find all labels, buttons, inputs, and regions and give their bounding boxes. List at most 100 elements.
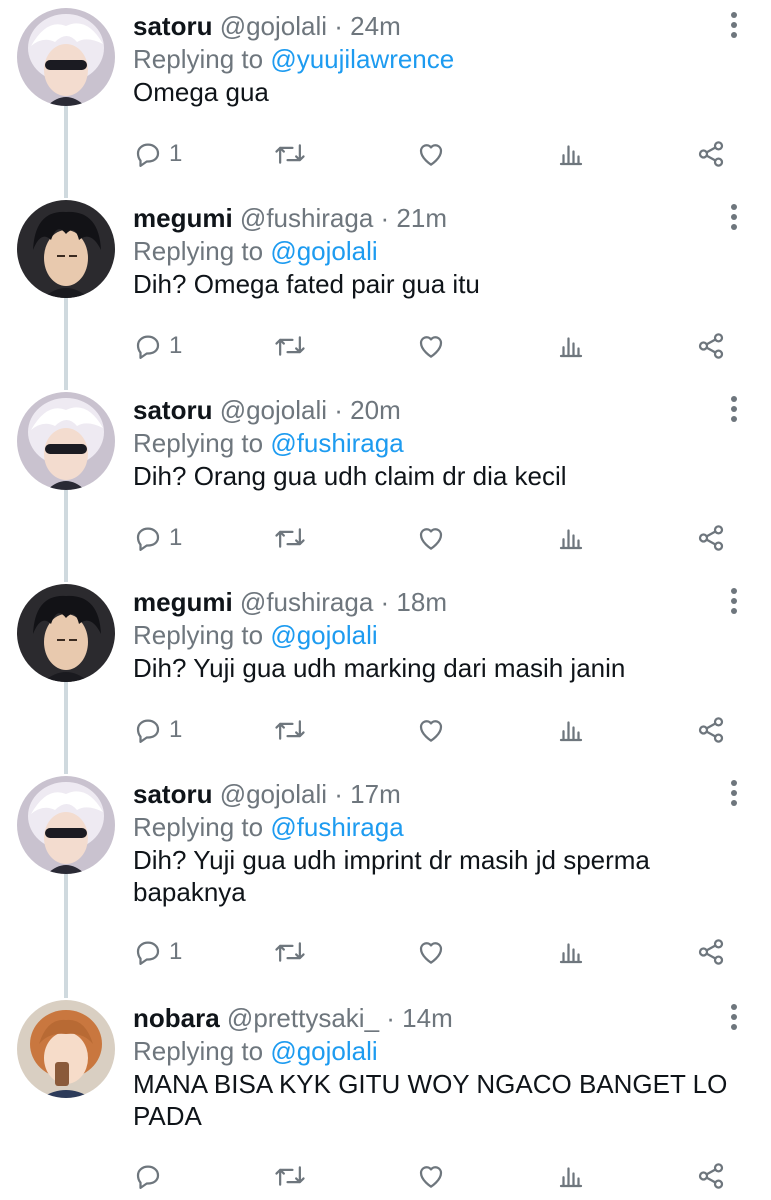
reply-icon (136, 719, 160, 743)
tweet-actions: 1 (133, 712, 733, 748)
reply-count: 1 (169, 938, 183, 965)
timestamp[interactable]: · 18m (381, 587, 447, 617)
share-button[interactable] (696, 934, 726, 970)
share-button[interactable] (696, 712, 726, 748)
replying-to: Replying to @fushiraga (133, 427, 404, 459)
tweet[interactable]: satoru @gojolali · 20m Replying to @fush… (0, 384, 771, 582)
more-icon[interactable] (724, 12, 744, 42)
reply-button[interactable]: 1 (133, 934, 182, 970)
avatar[interactable] (17, 392, 115, 490)
tweet-text: Dih? Yuji gua udh marking dari masih jan… (133, 653, 626, 683)
avatar[interactable] (17, 1000, 115, 1098)
reply-button[interactable]: 1 (133, 328, 182, 364)
replying-to-label: Replying to (133, 428, 271, 458)
like-button[interactable] (416, 328, 446, 364)
user-handle[interactable]: @prettysaki_ (227, 1003, 379, 1033)
views-button[interactable] (556, 328, 586, 364)
views-button[interactable] (556, 520, 586, 556)
tweet[interactable]: satoru @gojolali · 17m Replying to @fush… (0, 768, 771, 998)
views-button[interactable] (556, 934, 586, 970)
display-name[interactable]: nobara (133, 1003, 220, 1033)
like-button[interactable] (416, 712, 446, 748)
display-name[interactable]: megumi (133, 587, 233, 617)
user-handle[interactable]: @gojolali (220, 11, 327, 41)
reply-count: 1 (169, 140, 183, 167)
reply-thread: satoru @gojolali · 24m Replying to @yuuj… (0, 0, 771, 1200)
reply-icon (136, 941, 160, 965)
tweet-header: nobara @prettysaki_ · 14m (133, 1002, 453, 1034)
timestamp[interactable]: · 17m (334, 779, 400, 809)
tweet[interactable]: nobara @prettysaki_ · 14m Replying to @g… (0, 992, 771, 1200)
user-handle[interactable]: @gojolali (220, 779, 327, 809)
timestamp[interactable]: · 14m (386, 1003, 452, 1033)
tweet-actions: 1 (133, 328, 733, 364)
retweet-button[interactable] (274, 1158, 306, 1194)
tweet[interactable]: satoru @gojolali · 24m Replying to @yuuj… (0, 0, 771, 198)
display-name[interactable]: satoru (133, 11, 212, 41)
tweet-header: megumi @fushiraga · 21m (133, 202, 447, 234)
tweet[interactable]: megumi @fushiraga · 18m Replying to @goj… (0, 576, 771, 774)
share-button[interactable] (696, 1158, 726, 1194)
replying-to-label: Replying to (133, 1036, 271, 1066)
more-icon[interactable] (724, 204, 744, 234)
views-button[interactable] (556, 1158, 586, 1194)
retweet-icon (275, 942, 305, 962)
reply-handle-link[interactable]: @yuujilawrence (270, 44, 454, 74)
like-icon (419, 720, 443, 742)
display-name[interactable]: megumi (133, 203, 233, 233)
timestamp[interactable]: · 20m (334, 395, 400, 425)
like-icon (419, 144, 443, 166)
like-icon (419, 942, 443, 964)
share-button[interactable] (696, 328, 726, 364)
like-button[interactable] (416, 1158, 446, 1194)
tweet[interactable]: megumi @fushiraga · 21m Replying to @goj… (0, 192, 771, 390)
retweet-button[interactable] (274, 934, 306, 970)
display-name[interactable]: satoru (133, 395, 212, 425)
tweet-header: satoru @gojolali · 20m (133, 394, 401, 426)
reply-count: 1 (169, 716, 183, 743)
reply-handle-link[interactable]: @fushiraga (270, 428, 403, 458)
reply-handle-link[interactable]: @gojolali (270, 1036, 377, 1066)
like-button[interactable] (416, 136, 446, 172)
tweet-actions (133, 1158, 733, 1194)
timestamp[interactable]: · 21m (381, 203, 447, 233)
like-button[interactable] (416, 934, 446, 970)
replying-to: Replying to @fushiraga (133, 811, 404, 843)
avatar[interactable] (17, 584, 115, 682)
share-button[interactable] (696, 520, 726, 556)
retweet-button[interactable] (274, 712, 306, 748)
user-handle[interactable]: @fushiraga (240, 587, 373, 617)
retweet-button[interactable] (274, 520, 306, 556)
reply-handle-link[interactable]: @fushiraga (270, 812, 403, 842)
reply-icon (136, 1165, 160, 1189)
reply-handle-link[interactable]: @gojolali (270, 620, 377, 650)
views-button[interactable] (556, 136, 586, 172)
user-handle[interactable]: @gojolali (220, 395, 327, 425)
more-icon[interactable] (724, 1004, 744, 1034)
retweet-button[interactable] (274, 328, 306, 364)
retweet-button[interactable] (274, 136, 306, 172)
avatar[interactable] (17, 776, 115, 874)
share-icon (698, 939, 724, 965)
tweet-text: Dih? Yuji gua udh imprint dr masih jd sp… (133, 845, 650, 907)
avatar[interactable] (17, 200, 115, 298)
more-icon[interactable] (724, 588, 744, 618)
like-icon (419, 528, 443, 550)
more-icon[interactable] (724, 396, 744, 426)
more-icon[interactable] (724, 780, 744, 810)
reply-button[interactable] (133, 1158, 169, 1194)
share-icon (698, 141, 724, 167)
reply-button[interactable]: 1 (133, 520, 182, 556)
reply-button[interactable]: 1 (133, 712, 182, 748)
reply-button[interactable]: 1 (133, 136, 182, 172)
share-icon (698, 1163, 724, 1189)
user-handle[interactable]: @fushiraga (240, 203, 373, 233)
avatar[interactable] (17, 8, 115, 106)
views-button[interactable] (556, 712, 586, 748)
thread-line (64, 874, 68, 998)
timestamp[interactable]: · 24m (334, 11, 400, 41)
share-button[interactable] (696, 136, 726, 172)
display-name[interactable]: satoru (133, 779, 212, 809)
reply-handle-link[interactable]: @gojolali (270, 236, 377, 266)
like-button[interactable] (416, 520, 446, 556)
